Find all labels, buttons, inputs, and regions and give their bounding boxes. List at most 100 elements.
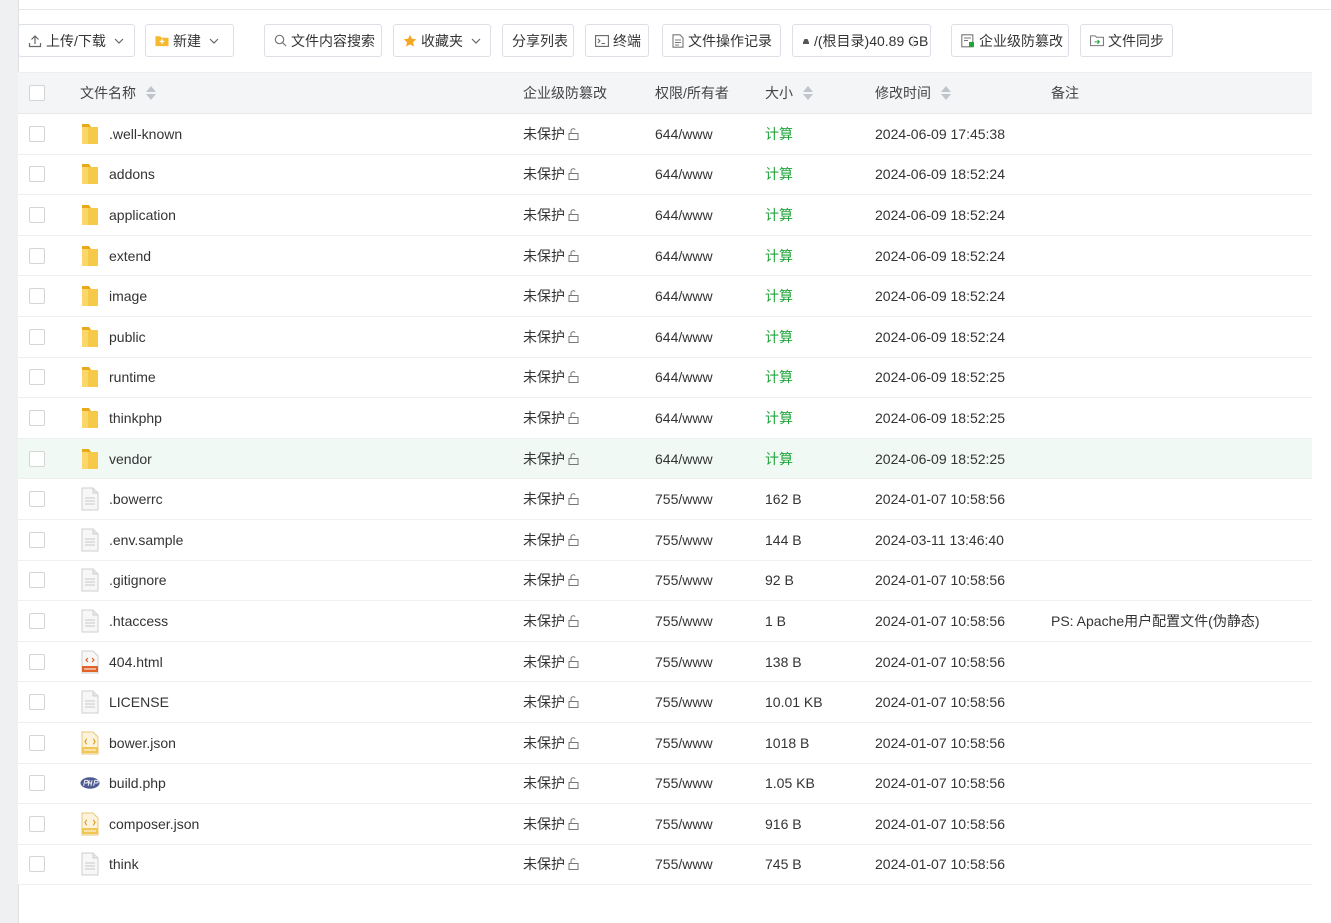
protection-cell[interactable]: 未保护: [523, 642, 580, 682]
row-checkbox[interactable]: [29, 125, 45, 142]
row-checkbox[interactable]: [29, 328, 45, 345]
protection-cell[interactable]: 未保护: [523, 276, 580, 316]
file-name[interactable]: composer.json: [109, 816, 199, 832]
permission-cell[interactable]: 644/www: [655, 114, 713, 154]
protection-cell[interactable]: 未保护: [523, 155, 580, 195]
table-row[interactable]: public 未保护 644/www 计算 2024-06-09 18:52:2…: [18, 316, 1312, 358]
protection-cell[interactable]: 未保护: [523, 723, 580, 763]
row-checkbox[interactable]: [29, 775, 45, 792]
permission-cell[interactable]: 644/www: [655, 236, 713, 276]
protection-cell[interactable]: 未保护: [523, 520, 580, 560]
file-name-cell[interactable]: thinkphp: [80, 398, 162, 438]
permission-cell[interactable]: 755/www: [655, 764, 713, 804]
unlock-icon[interactable]: [567, 493, 580, 506]
protection-cell[interactable]: 未保护: [523, 764, 580, 804]
upload-download-button[interactable]: 上传/下载: [18, 24, 135, 57]
file-name-cell[interactable]: composer.json: [80, 804, 199, 844]
permission-cell[interactable]: 644/www: [655, 439, 713, 479]
file-name-cell[interactable]: 404.html: [80, 642, 163, 682]
table-row[interactable]: .htaccess 未保护 755/www 1 B 2024-01-07 10:…: [18, 601, 1312, 642]
permission-cell[interactable]: 644/www: [655, 317, 713, 357]
file-name[interactable]: thinkphp: [109, 410, 162, 426]
row-checkbox[interactable]: [29, 247, 45, 264]
table-row[interactable]: 404.html 未保护 755/www 138 B 2024-01-07 10…: [18, 641, 1312, 683]
permission-cell[interactable]: 755/www: [655, 723, 713, 763]
row-checkbox[interactable]: [29, 288, 45, 305]
table-row[interactable]: bower.json 未保护 755/www 1018 B 2024-01-07…: [18, 722, 1312, 764]
file-name-cell[interactable]: .env.sample: [80, 520, 183, 560]
table-row[interactable]: build.php 未保护 755/www 1.05 KB 2024-01-07…: [18, 763, 1312, 805]
table-row[interactable]: .gitignore 未保护 755/www 92 B 2024-01-07 1…: [18, 560, 1312, 602]
size-cell[interactable]: 计算: [765, 398, 793, 438]
row-checkbox[interactable]: [29, 531, 45, 548]
file-name-cell[interactable]: .bowerrc: [80, 479, 163, 519]
file-name-cell[interactable]: public: [80, 317, 146, 357]
permission-cell[interactable]: 644/www: [655, 195, 713, 235]
table-row[interactable]: vendor 未保护 644/www 计算 2024-06-09 18:52:2…: [18, 438, 1312, 480]
table-row[interactable]: thinkphp 未保护 644/www 计算 2024-06-09 18:52…: [18, 398, 1312, 439]
permission-cell[interactable]: 644/www: [655, 398, 713, 438]
unlock-icon[interactable]: [567, 371, 580, 384]
unlock-icon[interactable]: [567, 128, 580, 140]
row-checkbox[interactable]: [29, 572, 45, 589]
permission-cell[interactable]: 644/www: [655, 155, 713, 195]
permission-cell[interactable]: 755/www: [655, 642, 713, 682]
table-row[interactable]: composer.json 未保护 755/www 916 B 2024-01-…: [18, 804, 1312, 845]
protection-cell[interactable]: 未保护: [523, 845, 580, 885]
size-cell[interactable]: 计算: [765, 195, 793, 235]
file-name[interactable]: application: [109, 207, 176, 223]
protection-cell[interactable]: 未保护: [523, 114, 580, 154]
table-row[interactable]: runtime 未保护 644/www 计算 2024-06-09 18:52:…: [18, 357, 1312, 399]
content-search-button[interactable]: 文件内容搜索: [264, 24, 382, 57]
new-button[interactable]: 新建: [145, 24, 234, 57]
file-name-cell[interactable]: LICENSE: [80, 682, 169, 722]
protection-cell[interactable]: 未保护: [523, 479, 580, 519]
file-name-cell[interactable]: extend: [80, 236, 151, 276]
row-checkbox[interactable]: [29, 409, 45, 426]
permission-cell[interactable]: 755/www: [655, 804, 713, 844]
file-name[interactable]: think: [109, 856, 139, 872]
table-row[interactable]: addons 未保护 644/www 计算 2024-06-09 18:52:2…: [18, 154, 1312, 196]
protection-cell[interactable]: 未保护: [523, 804, 580, 844]
protection-cell[interactable]: 未保护: [523, 195, 580, 235]
file-name[interactable]: .bowerrc: [109, 491, 163, 507]
share-list-button[interactable]: 分享列表: [502, 24, 574, 57]
unlock-icon[interactable]: [567, 818, 580, 830]
unlock-icon[interactable]: [567, 330, 580, 343]
row-checkbox[interactable]: [29, 856, 45, 873]
file-name-cell[interactable]: think: [80, 845, 139, 885]
row-checkbox[interactable]: [29, 653, 45, 670]
row-checkbox[interactable]: [29, 734, 45, 751]
size-cell[interactable]: 计算: [765, 236, 793, 276]
header-name[interactable]: 文件名称: [80, 73, 156, 113]
header-size[interactable]: 大小: [765, 73, 813, 113]
file-name-cell[interactable]: build.php: [80, 764, 166, 804]
row-checkbox[interactable]: [29, 815, 45, 832]
protection-cell[interactable]: 未保护: [523, 236, 580, 276]
file-name[interactable]: .htaccess: [109, 613, 168, 629]
unlock-icon[interactable]: [567, 615, 580, 627]
permission-cell[interactable]: 755/www: [655, 479, 713, 519]
sort-icon[interactable]: [803, 86, 813, 100]
protection-cell[interactable]: 未保护: [523, 358, 580, 398]
file-name-cell[interactable]: .well-known: [80, 114, 182, 154]
sort-icon[interactable]: [146, 86, 156, 100]
header-modified[interactable]: 修改时间: [875, 73, 951, 113]
permission-cell[interactable]: 755/www: [655, 845, 713, 885]
file-name[interactable]: public: [109, 329, 146, 345]
size-cell[interactable]: 计算: [765, 317, 793, 357]
file-name[interactable]: build.php: [109, 775, 166, 791]
size-cell[interactable]: 计算: [765, 358, 793, 398]
row-checkbox[interactable]: [29, 450, 45, 467]
file-name-cell[interactable]: runtime: [80, 358, 156, 398]
file-name[interactable]: vendor: [109, 451, 152, 467]
permission-cell[interactable]: 755/www: [655, 561, 713, 601]
row-checkbox[interactable]: [29, 369, 45, 386]
protection-cell[interactable]: 未保护: [523, 601, 580, 641]
table-row[interactable]: image 未保护 644/www 计算 2024-06-09 18:52:24: [18, 276, 1312, 317]
file-name[interactable]: .gitignore: [109, 572, 167, 588]
note-cell[interactable]: PS: Apache用户配置文件(伪静态): [1051, 601, 1260, 641]
file-name-cell[interactable]: vendor: [80, 439, 152, 479]
permission-cell[interactable]: 755/www: [655, 682, 713, 722]
file-name[interactable]: extend: [109, 248, 151, 264]
